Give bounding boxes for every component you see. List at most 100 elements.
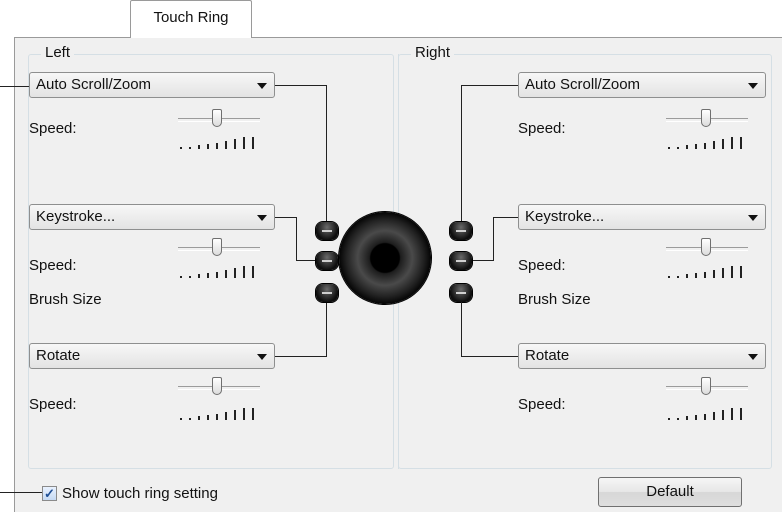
left-middle-select[interactable]: Keystroke... <box>29 204 275 230</box>
slider-tick <box>225 412 227 420</box>
right-ring-button-2 <box>450 252 472 270</box>
slider-tick <box>216 143 218 149</box>
slider-tick <box>225 270 227 278</box>
left-top-speed-ticks <box>180 137 260 149</box>
left-ring-button-2 <box>316 252 338 270</box>
left-bottom-speed-label: Speed: <box>29 396 77 413</box>
right-middle-speed-label: Speed: <box>518 257 566 274</box>
slider-tick <box>252 137 254 149</box>
left-group-title: Left <box>41 44 75 61</box>
right-bottom-connector <box>461 356 518 357</box>
left-bottom-select[interactable]: Rotate <box>29 343 275 369</box>
show-setting-checkbox[interactable]: ✓ <box>42 486 57 501</box>
slider-tick <box>740 137 742 149</box>
left-middle-select-value: Keystroke... <box>36 208 116 225</box>
right-bottom-speed-ticks <box>668 408 748 420</box>
right-top-select[interactable]: Auto Scroll/Zoom <box>518 72 766 98</box>
right-middle-select[interactable]: Keystroke... <box>518 204 766 230</box>
right-middle-select-value: Keystroke... <box>525 208 605 225</box>
left-top-speed-label: Speed: <box>29 120 77 137</box>
left-middle-speed-ticks <box>180 266 260 278</box>
left-top-speed-slider[interactable] <box>212 109 222 127</box>
slider-tick <box>189 276 191 278</box>
right-brush-size-label: Brush Size <box>518 291 591 308</box>
default-button[interactable]: Default <box>598 477 742 507</box>
slider-tick <box>207 273 209 278</box>
right-bottom-speed-slider[interactable] <box>701 377 711 395</box>
slider-tick <box>198 416 200 420</box>
left-middle-speed-label: Speed: <box>29 257 77 274</box>
left-bottom-select-value: Rotate <box>36 347 81 364</box>
left-bottom-connector <box>275 356 327 357</box>
right-bottom-select-value: Rotate <box>525 347 570 364</box>
chevron-down-icon <box>257 83 267 89</box>
slider-tick <box>686 274 688 278</box>
left-middle-speed-slider[interactable] <box>212 238 222 256</box>
slider-tick <box>677 147 679 149</box>
slider-tick <box>704 143 706 149</box>
chevron-down-icon <box>748 83 758 89</box>
slider-tick <box>180 276 182 278</box>
callout-line <box>0 86 29 87</box>
right-middle-speed-ticks <box>668 266 748 278</box>
tab-touch-ring[interactable]: Touch Ring <box>130 0 252 38</box>
right-middle-connector-v <box>493 217 494 261</box>
left-middle-connector-h <box>296 260 316 261</box>
slider-tick <box>695 144 697 149</box>
slider-tick <box>234 410 236 420</box>
chevron-down-icon <box>257 354 267 360</box>
slider-tick <box>234 268 236 278</box>
slider-tick <box>180 418 182 420</box>
right-middle-connector-h <box>473 260 494 261</box>
slider-tick <box>686 416 688 420</box>
chevron-down-icon <box>748 354 758 360</box>
slider-tick <box>686 145 688 149</box>
show-setting-label[interactable]: Show touch ring setting <box>62 485 218 502</box>
slider-tick <box>731 266 733 278</box>
left-brush-size-label: Brush Size <box>29 291 102 308</box>
slider-tick <box>207 415 209 420</box>
slider-tick <box>731 137 733 149</box>
right-top-speed-slider[interactable] <box>701 109 711 127</box>
slider-tick <box>713 412 715 420</box>
slider-tick <box>704 414 706 420</box>
slider-tick <box>731 408 733 420</box>
right-top-select-value: Auto Scroll/Zoom <box>525 76 641 93</box>
right-bottom-connector-v <box>461 302 462 357</box>
slider-tick <box>722 410 724 420</box>
slider-tick <box>677 418 679 420</box>
slider-tick <box>243 137 245 149</box>
left-top-select-value: Auto Scroll/Zoom <box>36 76 152 93</box>
slider-tick <box>695 273 697 278</box>
right-bottom-select[interactable]: Rotate <box>518 343 766 369</box>
slider-tick <box>243 266 245 278</box>
slider-tick <box>207 144 209 149</box>
slider-tick <box>722 139 724 149</box>
right-ring-button-3 <box>450 284 472 302</box>
right-ring-button-1 <box>450 222 472 240</box>
slider-tick <box>668 418 670 420</box>
right-middle-speed-slider[interactable] <box>701 238 711 256</box>
left-middle-connector <box>275 217 297 218</box>
slider-tick <box>189 418 191 420</box>
slider-tick <box>198 145 200 149</box>
slider-tick <box>180 147 182 149</box>
chevron-down-icon <box>748 215 758 221</box>
slider-tick <box>713 141 715 149</box>
right-middle-connector <box>493 217 518 218</box>
slider-tick <box>722 268 724 278</box>
left-bottom-speed-slider[interactable] <box>212 377 222 395</box>
left-ring-button-1 <box>316 222 338 240</box>
slider-tick <box>234 139 236 149</box>
slider-tick <box>252 408 254 420</box>
left-top-connector-v <box>326 85 327 221</box>
left-top-select[interactable]: Auto Scroll/Zoom <box>29 72 275 98</box>
slider-tick <box>695 415 697 420</box>
left-bottom-connector-v <box>326 302 327 357</box>
slider-tick <box>740 408 742 420</box>
right-top-connector <box>461 85 518 86</box>
touch-ring-image <box>339 212 431 304</box>
slider-tick <box>677 276 679 278</box>
slider-tick <box>216 414 218 420</box>
right-top-connector-v <box>461 85 462 221</box>
